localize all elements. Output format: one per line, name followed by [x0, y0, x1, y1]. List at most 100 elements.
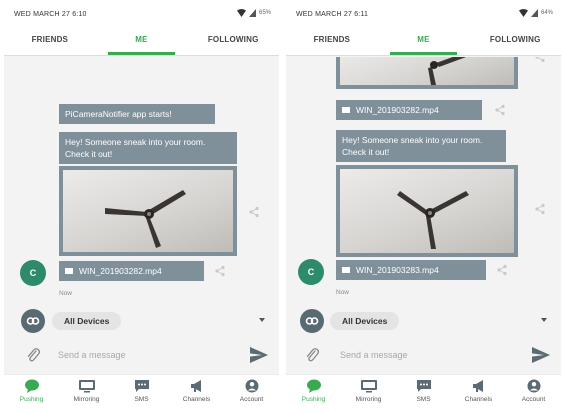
message-bubble-notice: PiCameraNotifier app starts!: [59, 104, 215, 124]
message-composer: [4, 340, 279, 370]
nav-channels[interactable]: Channels: [169, 375, 224, 413]
mirroring-icon: [360, 380, 377, 393]
video-file-icon: [342, 266, 350, 273]
paperclip-icon[interactable]: [26, 347, 40, 363]
file-message[interactable]: WIN_201903283.mp4: [336, 260, 486, 280]
ceiling-fan-image: [428, 57, 467, 85]
camera-snapshot: [340, 57, 514, 85]
nav-label: Channels: [182, 396, 211, 403]
pushing-icon: [306, 379, 321, 393]
file-name: WIN_201903282.mp4: [356, 105, 439, 115]
signal-icon: [248, 9, 256, 17]
message-bubble-alert: Hey! Someone sneak into your room. Check…: [59, 132, 237, 164]
message-input[interactable]: [340, 348, 500, 362]
nav-label: Channels: [464, 396, 493, 403]
tab-me[interactable]: ME: [378, 24, 470, 55]
phone-screen-right: WED MARCH 27 6:11 64% FRIENDS ME FOLLOWI…: [286, 0, 561, 413]
status-time: WED MARCH 27 6:11: [296, 11, 369, 18]
nav-label: SMS: [134, 396, 149, 403]
chevron-down-icon[interactable]: [259, 318, 265, 322]
message-input[interactable]: [58, 348, 218, 362]
message-list[interactable]: PiCameraNotifier app starts! Hey! Someon…: [4, 57, 279, 303]
nav-sms[interactable]: SMS: [114, 375, 169, 413]
camera-image-card[interactable]: [336, 57, 518, 89]
ceiling-fan-image: [105, 190, 186, 248]
status-icons: 64%: [518, 9, 553, 17]
signal-icon: [530, 9, 538, 17]
device-selected[interactable]: All Devices: [330, 312, 400, 330]
share-icon[interactable]: [496, 264, 508, 276]
avatar[interactable]: C: [298, 259, 324, 285]
status-bar: WED MARCH 27 6:10 65%: [4, 0, 279, 24]
tab-following[interactable]: FOLLOWING: [187, 24, 279, 55]
wifi-icon: [518, 9, 528, 17]
nav-label: Account: [239, 396, 264, 403]
share-icon[interactable]: [248, 206, 260, 218]
account-icon: [245, 379, 258, 393]
top-tabs: FRIENDS ME FOLLOWING: [4, 24, 279, 56]
battery-level: 64%: [540, 10, 553, 16]
message-bubble-alert: Hey! Someone sneak into your room. Check…: [336, 130, 506, 162]
paperclip-icon[interactable]: [305, 347, 319, 363]
phone-screen-left: WED MARCH 27 6:10 65% FRIENDS ME FOLLOWI…: [4, 0, 279, 413]
camera-image-card[interactable]: [336, 165, 518, 257]
file-name: WIN_201903282.mp4: [79, 266, 162, 276]
nav-label: SMS: [416, 396, 431, 403]
nav-account[interactable]: Account: [224, 375, 279, 413]
nav-label: Pushing: [301, 396, 326, 403]
sms-icon: [416, 380, 431, 392]
nav-label: Mirroring: [73, 396, 100, 403]
devices-icon: [21, 309, 45, 333]
account-icon: [527, 379, 540, 393]
tab-me[interactable]: ME: [96, 24, 188, 55]
status-icons: 65%: [236, 9, 271, 17]
share-icon[interactable]: [494, 104, 506, 116]
tab-following[interactable]: FOLLOWING: [469, 24, 561, 55]
send-icon[interactable]: [249, 346, 269, 364]
battery-level: 65%: [258, 10, 271, 16]
avatar[interactable]: C: [20, 260, 46, 286]
message-timestamp: Now: [336, 289, 350, 296]
sms-icon: [134, 380, 149, 392]
tab-friends[interactable]: FRIENDS: [286, 24, 378, 55]
nav-mirroring[interactable]: Mirroring: [341, 375, 396, 413]
channels-icon: [472, 380, 483, 392]
share-icon[interactable]: [534, 57, 546, 63]
message-timestamp: Now: [59, 290, 73, 297]
wifi-icon: [236, 9, 246, 17]
video-file-icon: [65, 267, 73, 274]
devices-icon: [300, 309, 324, 333]
device-selector[interactable]: All Devices: [286, 306, 561, 336]
nav-channels[interactable]: Channels: [451, 375, 506, 413]
message-composer: [286, 340, 561, 370]
file-name: WIN_201903283.mp4: [356, 265, 439, 275]
tab-friends[interactable]: FRIENDS: [4, 24, 96, 55]
device-selected[interactable]: All Devices: [52, 312, 122, 330]
send-icon[interactable]: [531, 346, 551, 364]
nav-label: Mirroring: [355, 396, 382, 403]
share-icon[interactable]: [534, 203, 546, 215]
mirroring-icon: [78, 380, 95, 393]
nav-pushing[interactable]: Pushing: [4, 375, 59, 413]
nav-mirroring[interactable]: Mirroring: [59, 375, 114, 413]
file-message[interactable]: WIN_201903282.mp4: [59, 261, 204, 281]
status-time: WED MARCH 27 6:10: [14, 11, 87, 18]
pushing-icon: [24, 379, 39, 393]
nav-sms[interactable]: SMS: [396, 375, 451, 413]
channels-icon: [190, 380, 201, 392]
nav-account[interactable]: Account: [506, 375, 561, 413]
camera-image-card[interactable]: [59, 166, 237, 256]
message-list[interactable]: WIN_201903282.mp4 Hey! Someone sneak int…: [286, 57, 561, 303]
top-tabs: FRIENDS ME FOLLOWING: [286, 24, 561, 56]
file-message[interactable]: WIN_201903282.mp4: [336, 100, 482, 120]
camera-snapshot: [340, 169, 514, 253]
device-selector[interactable]: All Devices: [4, 306, 279, 336]
video-file-icon: [342, 106, 350, 113]
chevron-down-icon[interactable]: [541, 318, 547, 322]
ceiling-fan-image: [397, 191, 469, 249]
bottom-navigation: Pushing Mirroring SMS Channels Account: [286, 374, 561, 413]
nav-label: Pushing: [19, 396, 44, 403]
share-icon[interactable]: [214, 265, 226, 277]
nav-pushing[interactable]: Pushing: [286, 375, 341, 413]
status-bar: WED MARCH 27 6:11 64%: [286, 0, 561, 24]
